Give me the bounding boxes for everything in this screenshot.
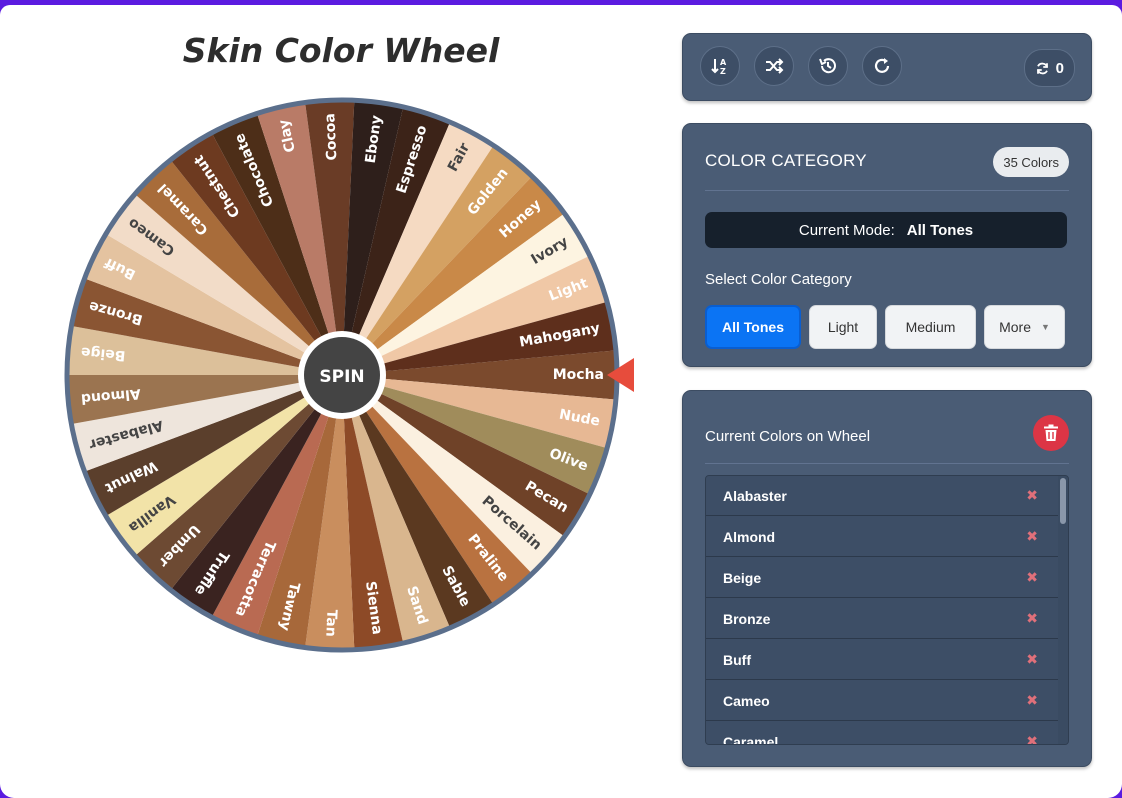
history-icon <box>819 58 836 74</box>
sort-button[interactable]: A Z <box>700 46 740 86</box>
category-divider <box>705 190 1069 191</box>
color-category-panel: COLOR CATEGORY 35 Colors Current Mode: A… <box>682 123 1092 367</box>
category-title: COLOR CATEGORY <box>705 151 867 170</box>
scrollbar-thumb[interactable] <box>1060 478 1066 524</box>
svg-text:Z: Z <box>720 67 726 76</box>
category-option-light[interactable]: Light <box>809 305 877 349</box>
current-colors-panel: Current Colors on Wheel Alabaster ✖ Almo… <box>682 390 1092 767</box>
color-count-badge: 35 Colors <box>993 147 1069 177</box>
category-option-all-tones[interactable]: All Tones <box>705 305 801 349</box>
remove-icon[interactable]: ✖ <box>1026 488 1038 504</box>
color-name: Beige <box>723 569 762 586</box>
toolbar-panel: A Z 0 <box>682 33 1092 101</box>
trash-icon <box>1044 424 1058 441</box>
spin-button-label: SPIN <box>319 367 364 387</box>
redo-icon <box>874 58 890 73</box>
spin-button[interactable]: SPIN <box>298 331 386 419</box>
more-label: More <box>999 319 1031 335</box>
remove-icon[interactable]: ✖ <box>1026 529 1038 545</box>
sort-az-icon: A Z <box>711 58 727 76</box>
remove-icon[interactable]: ✖ <box>1026 652 1038 668</box>
remove-icon[interactable]: ✖ <box>1026 693 1038 709</box>
shuffle-button[interactable] <box>754 46 794 86</box>
mode-label: Current Mode: <box>798 221 895 239</box>
remove-icon[interactable]: ✖ <box>1026 611 1038 627</box>
chevron-down-icon: ▼ <box>1040 322 1050 332</box>
svg-text:A: A <box>720 58 727 67</box>
wheel-label: Mocha <box>553 367 604 383</box>
history-button[interactable] <box>808 46 848 86</box>
list-item: Caramel ✖ <box>706 722 1058 745</box>
list-item: Almond ✖ <box>706 517 1058 557</box>
page: Skin Color Wheel Mocha Nude Olive Pecan Porc… <box>0 5 1122 798</box>
select-category-label: Select Color Category <box>705 271 852 288</box>
category-option-more[interactable]: More ▼ <box>984 305 1065 349</box>
remove-icon[interactable]: ✖ <box>1026 734 1038 745</box>
clear-all-button[interactable] <box>1033 415 1069 451</box>
spin-count: 0 <box>1055 59 1064 77</box>
color-wheel[interactable]: MochaNudeOlivePecanPorcelainPralineSable… <box>64 97 636 659</box>
list-scrollbar[interactable] <box>1058 476 1068 744</box>
list-item: Alabaster ✖ <box>706 476 1058 516</box>
shuffle-icon <box>766 58 784 74</box>
list-divider <box>705 463 1069 464</box>
color-name: Buff <box>723 651 751 668</box>
list-item: Buff ✖ <box>706 640 1058 680</box>
redo-button[interactable] <box>862 46 902 86</box>
spin-counter: 0 <box>1023 49 1075 87</box>
list-item: Cameo ✖ <box>706 681 1058 721</box>
list-item: Beige ✖ <box>706 558 1058 598</box>
color-name: Cameo <box>723 692 770 709</box>
page-title: Skin Color Wheel <box>182 31 500 70</box>
mode-value: All Tones <box>906 221 974 239</box>
current-mode-bar: Current Mode: All Tones <box>705 212 1067 248</box>
colors-list[interactable]: Alabaster ✖ Almond ✖ Beige ✖ Bronze ✖ Bu… <box>705 475 1069 745</box>
color-name: Caramel <box>723 733 779 745</box>
current-colors-title: Current Colors on Wheel <box>705 428 871 445</box>
wheel-label: Tan <box>322 609 339 637</box>
list-item: Bronze ✖ <box>706 599 1058 639</box>
wheel-label: Cocoa <box>322 113 340 161</box>
category-option-medium[interactable]: Medium <box>885 305 976 349</box>
color-name: Almond <box>723 528 776 545</box>
color-name: Bronze <box>723 610 771 627</box>
color-name: Alabaster <box>723 487 787 504</box>
sync-icon <box>1036 62 1048 74</box>
remove-icon[interactable]: ✖ <box>1026 570 1038 586</box>
